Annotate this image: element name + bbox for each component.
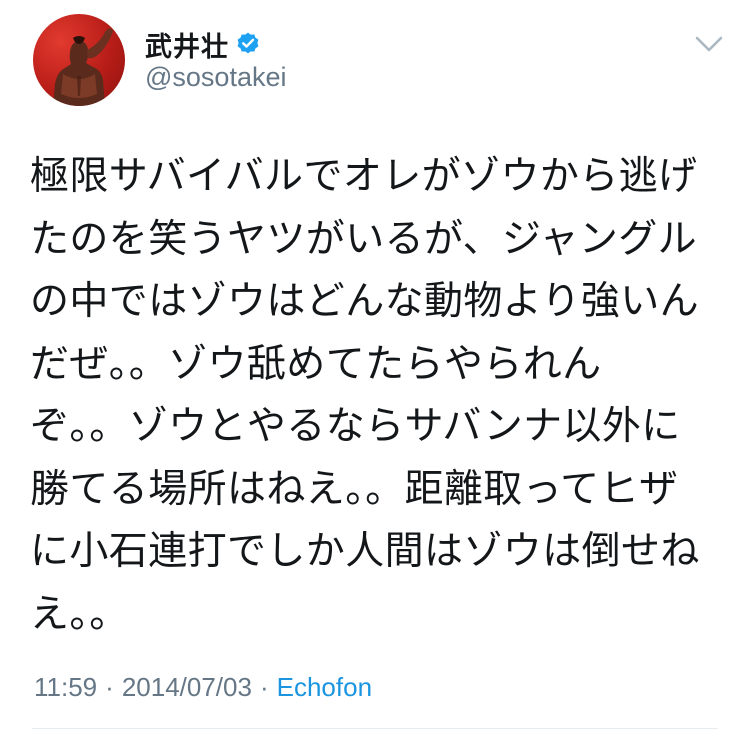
- tweet-card: 武井壮 @sosotakei 極限サバイバルでオレがゾウから逃げ たのを笑うヤツ…: [0, 0, 750, 734]
- source-link[interactable]: Echofon: [277, 672, 372, 703]
- tweet-line: に小石連打でしか人間はゾウは倒せね: [30, 529, 700, 574]
- avatar-image: [53, 28, 113, 106]
- avatar[interactable]: [33, 14, 125, 106]
- user-handle[interactable]: @sosotakei: [145, 62, 286, 93]
- tweet-date[interactable]: 2014/07/03: [122, 672, 252, 703]
- chevron-down-icon[interactable]: [692, 30, 726, 58]
- tweet-meta: 11:59 · 2014/07/03 · Echofon: [34, 672, 372, 703]
- divider: [32, 728, 718, 729]
- tweet-line: だぜ。。ゾウ舐めてたらやられん: [30, 341, 602, 387]
- tweet-line: ぞ。。ゾウとやるならサバンナ以外に: [30, 404, 681, 449]
- tweet-line: の中ではゾウはどんな動物より強いん: [30, 279, 700, 324]
- display-name-row: 武井壮: [145, 24, 261, 64]
- tweet-time[interactable]: 11:59: [34, 672, 97, 703]
- tweet-text: 極限サバイバルでオレがゾウから逃げ たのを笑うヤツがいるが、ジャングル の中では…: [30, 146, 720, 646]
- tweet-line: え。。: [30, 591, 129, 637]
- tweet-line: 極限サバイバルでオレがゾウから逃げ: [30, 154, 698, 199]
- meta-separator: ·: [105, 672, 114, 702]
- display-name[interactable]: 武井壮: [145, 25, 229, 64]
- tweet-line: 勝てる場所はねえ。。距離取ってヒザ: [30, 466, 679, 512]
- meta-separator: ·: [259, 672, 269, 702]
- tweet-line: たのを笑うヤツがいるが、ジャングル: [30, 216, 698, 262]
- verified-badge-icon: [235, 31, 261, 57]
